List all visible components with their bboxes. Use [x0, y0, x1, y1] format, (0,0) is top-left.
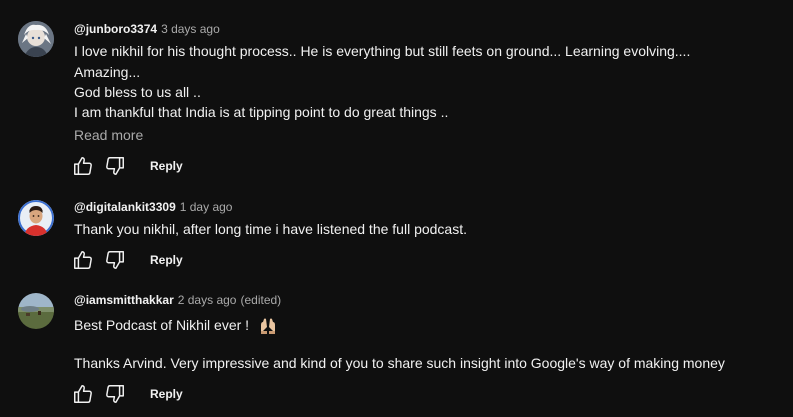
comment-text: Best Podcast of Nikhil ever ! [74, 317, 250, 333]
comment-text-line: Amazing... [74, 64, 141, 80]
comment-text-line: Best Podcast of Nikhil ever ! [74, 315, 277, 335]
avatar[interactable] [18, 293, 54, 329]
thumb-down-icon[interactable] [104, 155, 126, 177]
comment-text-line: Thanks Arvind. Very impressive and kind … [74, 355, 725, 371]
comment-author[interactable]: @junboro3374 [74, 22, 157, 36]
avatar[interactable] [18, 200, 54, 236]
comment-text-line: God bless to us all .. [74, 84, 201, 100]
avatar[interactable] [18, 21, 54, 57]
comment-timestamp[interactable]: 1 day ago [180, 200, 233, 214]
reply-button[interactable]: Reply [150, 385, 183, 403]
read-more-link[interactable]: Read more [74, 125, 143, 145]
comment-text-line: I love nikhil for his thought process.. … [74, 43, 691, 59]
thumb-up-icon[interactable] [72, 155, 94, 177]
edited-label: (edited) [240, 293, 282, 307]
comment-text-line: I am thankful that India is at tipping p… [74, 104, 449, 120]
thumb-up-icon[interactable] [72, 383, 94, 405]
comment-header: @junboro3374 3 days ago [74, 20, 220, 38]
comment-author[interactable]: @iamsmitthakkar [74, 293, 174, 307]
raising-hands-emoji-icon [259, 318, 277, 335]
comment-thread: @digitalankit3309 1 day ago Thank you nik… [0, 190, 793, 285]
comment-header: @digitalankit3309 1 day ago [74, 198, 232, 216]
thumb-down-icon[interactable] [104, 249, 126, 271]
comment-author[interactable]: @digitalankit3309 [74, 200, 176, 214]
comment-header: @iamsmitthakkar 2 days ago (edited) [74, 291, 281, 309]
comment-text-line: Thank you nikhil, after long time i have… [74, 221, 467, 237]
reply-button[interactable]: Reply [150, 251, 183, 269]
reply-button[interactable]: Reply [150, 157, 183, 175]
comment-timestamp[interactable]: 3 days ago [161, 22, 220, 36]
comment-thread: @iamsmitthakkar 2 days ago (edited) Best P… [0, 285, 793, 417]
thumb-down-icon[interactable] [104, 383, 126, 405]
comment-thread: @junboro3374 3 days ago I love nikhil for… [0, 0, 793, 190]
comment-timestamp[interactable]: 2 days ago [178, 293, 237, 307]
thumb-up-icon[interactable] [72, 249, 94, 271]
